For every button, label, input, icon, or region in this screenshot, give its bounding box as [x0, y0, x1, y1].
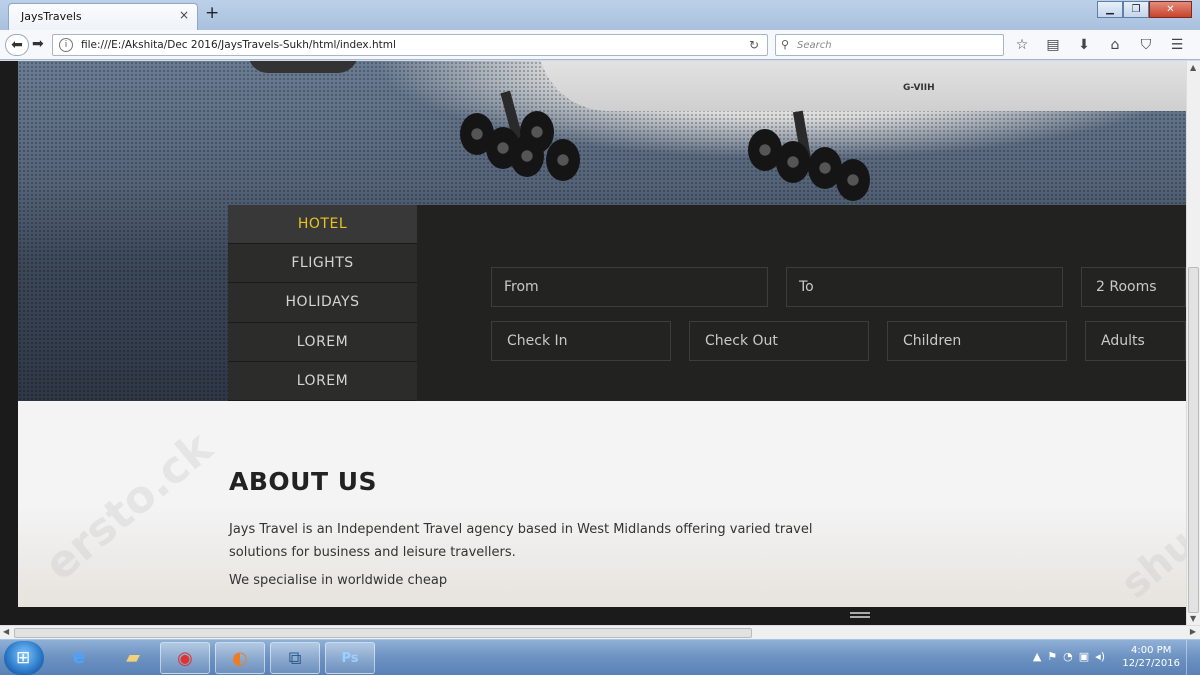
about-paragraph-1: Jays Travel is an Independent Travel age…: [229, 522, 813, 560]
watermark-right: shu: [1112, 520, 1186, 607]
tab-lorem-2[interactable]: LOREM: [228, 361, 417, 401]
toolbar-icons: ☆ ▤ ⬇ ⌂ ⛉ ☰: [1012, 35, 1187, 55]
airplane-engine: [248, 61, 358, 73]
reload-icon[interactable]: ↻: [749, 38, 759, 52]
show-hidden-icons-icon[interactable]: ▲: [1033, 650, 1041, 663]
vertical-scrollbar[interactable]: ▲ ▼: [1186, 61, 1200, 625]
scroll-left-icon[interactable]: ◀: [3, 627, 9, 636]
web-page: G-VIIH HOTEL FLIGHTS HOLIDAYS LOREM LORE…: [18, 61, 1186, 607]
resize-grip-icon[interactable]: [850, 612, 870, 618]
start-button[interactable]: ⊞: [4, 641, 44, 675]
home-icon[interactable]: ⌂: [1105, 35, 1125, 55]
minimize-button[interactable]: ▁: [1097, 1, 1123, 18]
scroll-down-icon[interactable]: ▼: [1190, 614, 1196, 623]
clock-time: 4:00 PM: [1131, 645, 1172, 656]
tab-holidays[interactable]: HOLIDAYS: [228, 283, 417, 323]
landing-gear-left: [458, 90, 588, 191]
browser-tab[interactable]: JaysTravels ×: [8, 3, 198, 30]
windows-logo-icon: ⊞: [16, 648, 31, 668]
show-desktop-button[interactable]: [1186, 640, 1200, 675]
window-controls: ▁ ❐ ✕: [1097, 1, 1192, 18]
aircraft-registration: G-VIIH: [903, 83, 935, 93]
menu-icon[interactable]: ☰: [1167, 35, 1187, 55]
back-arrow-icon[interactable]: ⬅: [5, 34, 29, 56]
volume-icon[interactable]: ◂): [1095, 650, 1105, 663]
children-field[interactable]: Children: [887, 321, 1067, 361]
watermark-left: ersto.ck: [35, 422, 222, 591]
address-bar[interactable]: i file:///E:/Akshita/Dec 2016/JaysTravel…: [52, 34, 768, 56]
check-out-field[interactable]: Check Out: [689, 321, 869, 361]
adults-field[interactable]: Adults: [1085, 321, 1186, 361]
search-placeholder: Search: [797, 40, 832, 51]
action-center-flag-icon[interactable]: ⚑: [1047, 650, 1057, 663]
about-section: ersto.ck shu ABOUT US Jays Travel is an …: [18, 401, 1186, 607]
system-clock[interactable]: 4:00 PM 12/27/2016: [1122, 644, 1180, 670]
vertical-scroll-thumb[interactable]: [1188, 267, 1199, 613]
tab-title: JaysTravels: [21, 10, 82, 23]
tab-lorem-1[interactable]: LOREM: [228, 322, 417, 362]
about-heading: ABOUT US: [229, 467, 378, 496]
airplane-fuselage: [538, 61, 1186, 111]
from-field[interactable]: From: [491, 267, 768, 307]
reading-list-icon[interactable]: ▤: [1043, 35, 1063, 55]
rooms-select[interactable]: 2 Rooms: [1081, 267, 1186, 307]
chrome-icon[interactable]: ◉: [160, 642, 210, 674]
network-icon[interactable]: ▣: [1079, 650, 1089, 663]
update-icon[interactable]: ◔: [1063, 650, 1073, 663]
info-icon[interactable]: i: [59, 38, 73, 52]
hero-banner: G-VIIH HOTEL FLIGHTS HOLIDAYS LOREM LORE…: [18, 61, 1186, 401]
url-text[interactable]: file:///E:/Akshita/Dec 2016/JaysTravels-…: [81, 39, 396, 51]
tab-flights[interactable]: FLIGHTS: [228, 244, 417, 284]
forward-arrow-icon[interactable]: ➡: [32, 36, 44, 52]
system-tray: ▲ ⚑ ◔ ▣ ◂): [1033, 650, 1105, 663]
booking-type-menu: HOTEL FLIGHTS HOLIDAYS LOREM LOREM: [228, 205, 417, 401]
check-in-field[interactable]: Check In: [491, 321, 671, 361]
windows-taskbar: ⊞ e ▰ ◉ ◐ ⧉ Ps ▲ ⚑ ◔ ▣ ◂) 4:00 PM 12/27/…: [0, 639, 1200, 675]
to-field[interactable]: To: [786, 267, 1063, 307]
about-paragraph-2: We specialise in worldwide cheap: [229, 573, 448, 588]
maximize-button[interactable]: ❐: [1123, 1, 1149, 18]
new-tab-button[interactable]: +: [205, 3, 219, 23]
page-viewport: G-VIIH HOTEL FLIGHTS HOLIDAYS LOREM LORE…: [0, 61, 1186, 625]
close-tab-icon[interactable]: ×: [179, 8, 189, 22]
photoshop-icon[interactable]: Ps: [325, 642, 375, 674]
search-icon: ⚲: [781, 38, 790, 51]
scroll-up-icon[interactable]: ▲: [1190, 63, 1196, 72]
clock-date: 12/27/2016: [1122, 658, 1180, 669]
horizontal-scroll-thumb[interactable]: [14, 628, 752, 638]
search-input[interactable]: ⚲ Search: [775, 34, 1004, 56]
landing-gear-right: [748, 110, 878, 211]
brackets-editor-icon[interactable]: ⧉: [270, 642, 320, 674]
booking-search-panel: HOTEL FLIGHTS HOLIDAYS LOREM LOREM From …: [228, 205, 1186, 401]
close-window-button[interactable]: ✕: [1149, 1, 1192, 18]
tab-strip: JaysTravels × + ▁ ❐ ✕: [0, 0, 1200, 30]
bookmark-star-icon[interactable]: ☆: [1012, 35, 1032, 55]
scroll-right-icon[interactable]: ▶: [1190, 627, 1196, 636]
navigation-toolbar: ⬅ ➡ i file:///E:/Akshita/Dec 2016/JaysTr…: [0, 30, 1200, 60]
file-explorer-icon[interactable]: ▰: [108, 642, 158, 674]
internet-explorer-icon[interactable]: e: [54, 642, 104, 674]
download-icon[interactable]: ⬇: [1074, 35, 1094, 55]
firefox-icon[interactable]: ◐: [215, 642, 265, 674]
tab-hotel[interactable]: HOTEL: [228, 205, 417, 245]
pocket-icon[interactable]: ⛉: [1136, 35, 1156, 55]
horizontal-scrollbar[interactable]: ◀ ▶: [0, 625, 1200, 639]
